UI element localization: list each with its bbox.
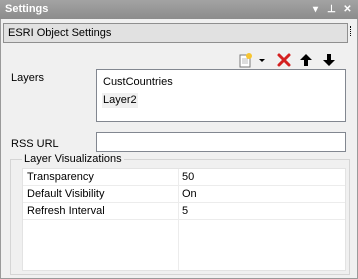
property-value[interactable]: 50 (182, 171, 194, 183)
property-value[interactable]: On (182, 188, 197, 200)
table-row[interactable]: Refresh Interval 5 (23, 203, 345, 220)
new-layer-button[interactable] (236, 51, 254, 69)
new-layer-dropdown[interactable] (257, 51, 267, 69)
section-header-label: ESRI Object Settings (8, 27, 112, 39)
layer-visualizations-title: Layer Visualizations (22, 153, 124, 165)
table-row-empty (23, 220, 345, 237)
property-value[interactable]: 5 (182, 205, 188, 217)
panel-titlebar: Settings ▾ ⊥ ✕ (0, 0, 358, 19)
property-name: Transparency (27, 171, 94, 183)
arrow-down-icon (323, 54, 335, 66)
property-name: Default Visibility (27, 188, 105, 200)
layer-item-layer2[interactable]: Layer2 (102, 93, 138, 108)
delete-layer-button[interactable] (275, 51, 293, 69)
property-grid: Transparency 50 Default Visibility On Re… (22, 168, 346, 271)
property-name: Refresh Interval (27, 205, 105, 217)
section-header[interactable]: ESRI Object Settings (3, 23, 348, 43)
chevron-down-icon (259, 59, 265, 62)
close-button[interactable]: ✕ (341, 2, 354, 16)
panel-title: Settings (5, 3, 49, 15)
delete-icon (277, 53, 291, 67)
layers-label: Layers (11, 72, 45, 84)
table-row[interactable]: Transparency 50 (23, 169, 345, 186)
table-row[interactable]: Default Visibility On (23, 186, 345, 203)
arrow-up-icon (300, 54, 312, 66)
splitter-mark (350, 26, 352, 36)
new-layer-icon (239, 53, 252, 68)
move-up-button[interactable] (297, 51, 315, 69)
rss-url-input[interactable] (96, 132, 346, 152)
rss-url-label: RSS URL (11, 138, 59, 150)
layers-list[interactable]: CustCountries Layer2 (96, 69, 346, 122)
pin-button[interactable]: ⊥ (325, 2, 338, 16)
move-down-button[interactable] (320, 51, 338, 69)
window-dropdown-button[interactable]: ▾ (309, 2, 322, 16)
layer-item-custcountries[interactable]: CustCountries (102, 75, 174, 90)
